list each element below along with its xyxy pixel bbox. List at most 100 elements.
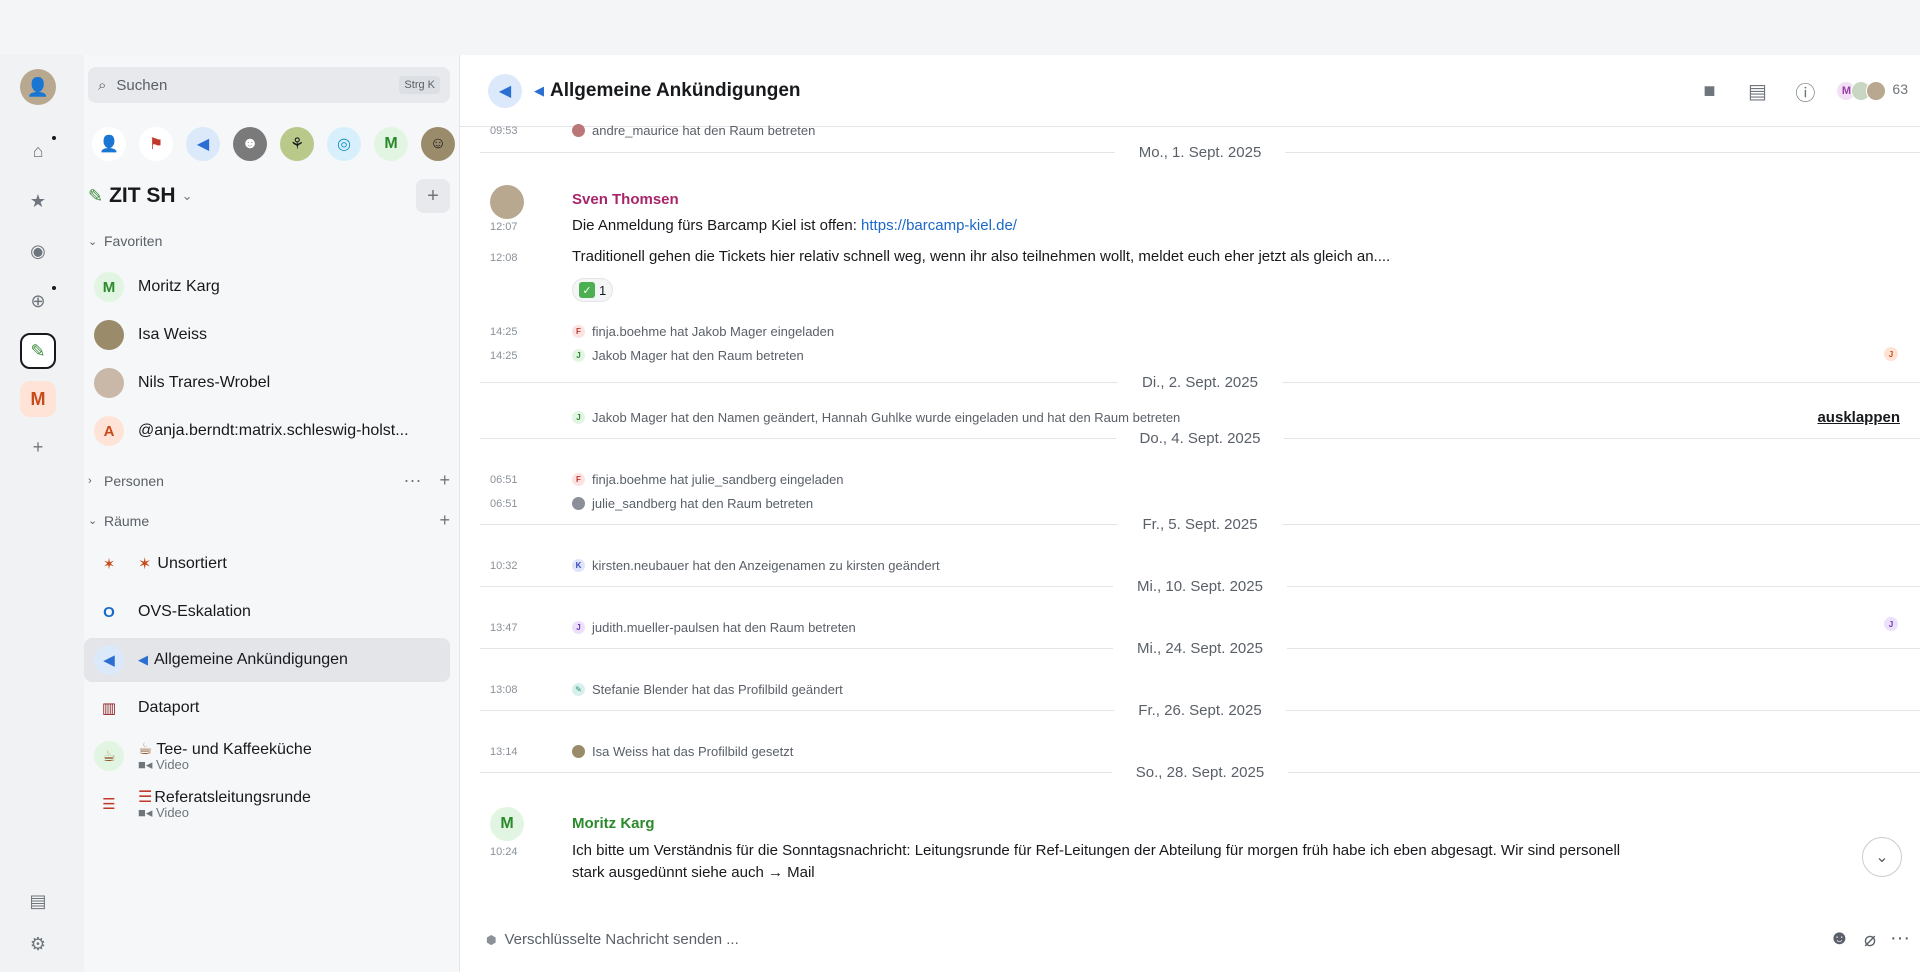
threads-icon[interactable]: ▤ (1745, 79, 1769, 103)
room-name: Isa Weiss (138, 326, 208, 343)
room-name: Allgemeine Ankündigungen (154, 651, 348, 668)
date-separator: Fr., 26. Sept. 2025 (480, 700, 1920, 720)
room-item-ovs-eskalation[interactable]: O OVS-Eskalation (84, 590, 450, 634)
timestamp: 12:08 (490, 252, 518, 264)
room-item-isa-weiss[interactable]: Isa Weiss (84, 313, 450, 357)
recent-avatar[interactable]: 👤 (92, 127, 126, 161)
section-people[interactable]: › Personen ··· + (88, 470, 450, 491)
recent-avatar[interactable]: ⚘ (280, 127, 314, 161)
composer-placeholder: Verschlüsselte Nachricht senden ... (504, 931, 739, 948)
building-icon: ▥ (101, 700, 117, 717)
attachment-icon[interactable]: ⌀ (1864, 927, 1876, 952)
composer-actions: ☻ ⌀ ··· (1829, 927, 1910, 952)
emoji-icon[interactable]: ☻ (1829, 927, 1850, 952)
recent-rooms: 👤 ⚑ ◀ ☻ ⚘ ◎ M ☺ (92, 127, 455, 161)
room-list-panel: ⌕ Suchen Strg K 👤 ⚑ ◀ ☻ ⚘ ◎ M ☺ ✎ ZIT SH… (84, 55, 460, 972)
membership-event: andre_maurice hat den Raum betreten (572, 123, 815, 138)
member-avatars[interactable]: M 63 (1836, 81, 1908, 101)
people-icon[interactable]: ◉ (20, 233, 56, 269)
room-title: Allgemeine Ankündigungen (550, 79, 801, 101)
room-name: Nils Trares-Wrobel (138, 374, 271, 391)
settings-gear-icon[interactable]: ⚙ (20, 926, 56, 962)
jump-to-bottom-button[interactable]: ⌄ (1862, 837, 1902, 877)
megaphone-icon: ◀ (94, 645, 124, 675)
recent-chat-icon[interactable]: ◎ (327, 127, 361, 161)
room-name: @anja.berndt:matrix.schleswig-holst... (138, 422, 409, 439)
space-zit-sh[interactable]: ✎ (20, 333, 56, 369)
room-name: Moritz Karg (138, 278, 220, 295)
room-item-dataport[interactable]: ▥ Dataport (84, 686, 450, 730)
event-avatar (572, 497, 585, 510)
timeline: 09:53 andre_maurice hat den Raum betrete… (460, 123, 1920, 907)
chevron-down-icon: ⌄ (181, 188, 193, 203)
avatar: A (94, 416, 124, 446)
recent-megaphone-icon[interactable]: ◀ (186, 127, 220, 161)
sender-name[interactable]: Sven Thomsen (572, 191, 679, 208)
message-composer[interactable]: ⬢ Verschlüsselte Nachricht senden ... ☻ … (460, 907, 1920, 972)
event-avatar: J (572, 621, 585, 634)
chevron-down-icon: ⌄ (88, 235, 98, 248)
video-call-icon[interactable]: ■ (1697, 79, 1721, 103)
member-count: 63 (1892, 81, 1908, 97)
coffee-icon: ☕ (94, 741, 124, 771)
expand-link[interactable]: ausklappen (1817, 409, 1900, 426)
room-item-tee-kaffeekueche[interactable]: ☕ ☕ Tee- und Kaffeeküche ■◂ Video (84, 734, 450, 778)
event-avatar: J (572, 349, 585, 362)
room-item-unsortiert[interactable]: ✶ ✶ Unsortiert (84, 542, 450, 586)
sender-avatar[interactable]: M (490, 807, 524, 841)
recent-avatar[interactable]: ☺ (421, 127, 455, 161)
sender-avatar[interactable] (490, 185, 524, 219)
room-avatar-megaphone-icon: ◀ (488, 73, 522, 108)
room-item-referatsleitungsrunde[interactable]: ☰ ☰ Referatsleitungsrunde ■◂ Video (84, 782, 450, 826)
room-item-moritz-karg[interactable]: M Moritz Karg (84, 265, 450, 309)
room-info-icon[interactable]: ⓘ (1793, 79, 1817, 105)
room-name: Tee- und Kaffeeküche (156, 741, 312, 758)
favourites-star-icon[interactable]: ★ (20, 183, 56, 219)
timestamp: 14:25 (490, 326, 518, 338)
space-hash-icon[interactable]: ⊕ (20, 283, 58, 319)
add-room-icon[interactable]: + (439, 510, 450, 531)
event-avatar: ✎ (572, 683, 585, 696)
timestamp: 13:08 (490, 684, 518, 696)
membership-event: Jjudith.mueller-paulsen hat den Raum bet… (572, 620, 856, 635)
coffee-icon: ☕ (138, 741, 153, 758)
recent-avatar[interactable]: ⚑ (139, 127, 173, 161)
read-receipt[interactable]: J (1884, 347, 1898, 361)
space-header[interactable]: ✎ ZIT SH ⌄ + (88, 179, 450, 213)
profile-event: ✎ Stefanie Blender hat das Profilbild geä… (572, 682, 843, 697)
timestamp: 09:53 (490, 125, 518, 137)
section-favorites[interactable]: ⌄ Favoriten (88, 233, 450, 249)
reaction-pill[interactable]: ✓ 1 (572, 278, 614, 302)
room-item-nils-trares-wrobel[interactable]: Nils Trares-Wrobel (84, 361, 450, 405)
date-separator: Mo., 1. Sept. 2025 (480, 142, 1920, 162)
event-avatar (572, 124, 585, 137)
profile-event: Kkirsten.neubauer hat den Anzeigenamen z… (572, 558, 940, 573)
membership-event: Ffinja.boehme hat Jakob Mager eingeladen (572, 324, 834, 339)
search-input[interactable]: ⌕ Suchen Strg K (88, 67, 450, 103)
event-avatar: J (572, 411, 585, 424)
more-options-icon[interactable]: ··· (404, 470, 422, 491)
section-label: Räume (104, 512, 150, 529)
recent-avatar[interactable]: ☻ (233, 127, 267, 161)
user-avatar[interactable]: 👤 (20, 69, 56, 105)
shield-icon: ⬢ (486, 932, 497, 947)
section-rooms[interactable]: ⌄ Räume + (88, 510, 450, 531)
sender-name[interactable]: Moritz Karg (572, 815, 655, 832)
message-link[interactable]: https://barcamp-kiel.de/ (861, 217, 1017, 234)
add-space-icon[interactable]: + (20, 429, 56, 465)
membership-event-summary: J Jakob Mager hat den Namen geändert, Han… (572, 410, 1180, 425)
space-m[interactable]: M (20, 381, 56, 417)
leaf-icon: ✎ (88, 185, 104, 206)
more-options-icon[interactable]: ··· (1890, 927, 1910, 952)
home-icon[interactable]: ⌂ (20, 133, 58, 169)
add-person-icon[interactable]: + (439, 470, 450, 491)
membership-event: julie_sandberg hat den Raum betreten (572, 496, 813, 511)
threads-icon[interactable]: ▤ (20, 883, 56, 919)
room-item-allgemeine-ankuendigungen[interactable]: ◀ ◀ Allgemeine Ankündigungen (84, 638, 450, 682)
read-receipt[interactable]: J (1884, 617, 1898, 631)
add-button[interactable]: + (416, 179, 450, 213)
room-item-anja-berndt[interactable]: A @anja.berndt:matrix.schleswig-holst... (84, 409, 450, 453)
recent-avatar-m[interactable]: M (374, 127, 408, 161)
date-separator: Fr., 5. Sept. 2025 (480, 514, 1920, 534)
room-header[interactable]: ◀ ◀ Allgemeine Ankündigungen ■ ▤ ⓘ M 63 (460, 55, 1920, 127)
